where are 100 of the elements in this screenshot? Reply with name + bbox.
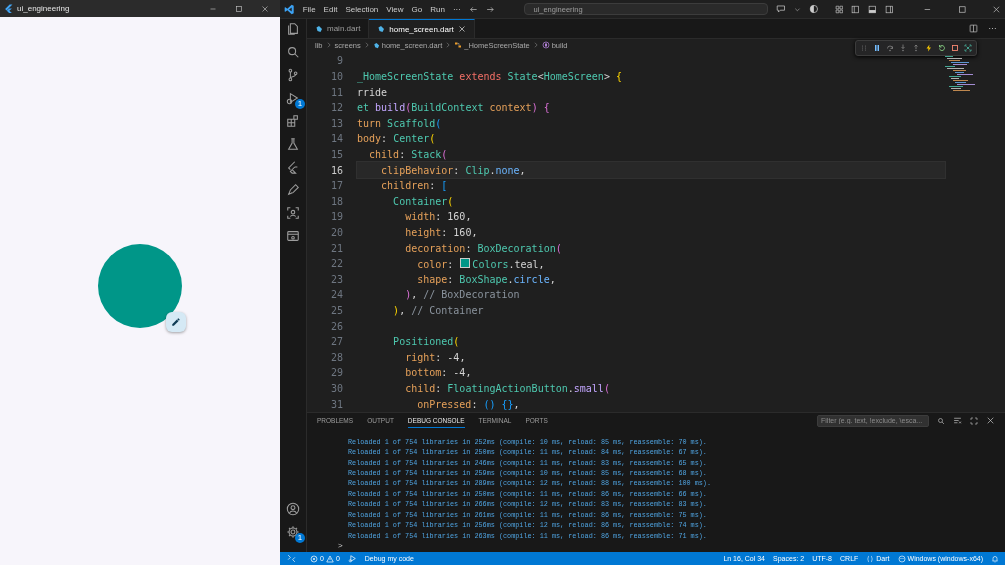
code-line: decoration: BoxDecoration(: [404, 242, 562, 254]
tab-label: main.dart: [327, 24, 361, 33]
clear-console-icon[interactable]: [953, 416, 962, 426]
search-icon[interactable]: [937, 416, 945, 425]
account-icon[interactable]: [286, 502, 300, 516]
window-title: ui_engineering: [17, 4, 71, 13]
forward-arrow-icon[interactable]: [485, 4, 495, 14]
flutter-logo-icon: [4, 4, 13, 13]
half-circle-icon[interactable]: [808, 4, 819, 14]
line-number: 29: [329, 367, 344, 379]
code-line: turn Scaffold(: [357, 117, 442, 129]
back-arrow-icon[interactable]: [468, 4, 478, 14]
notification-badge: 1: [295, 99, 305, 109]
line-number: 11: [329, 86, 344, 98]
code-line: onPressed: () {},: [416, 398, 520, 410]
notification-badge: 1: [295, 533, 305, 543]
bell-icon[interactable]: [991, 554, 999, 563]
split-editor-icon[interactable]: [969, 24, 978, 33]
maximize-icon[interactable]: [957, 4, 967, 14]
code-line: child: FloatingActionButton.small(: [404, 383, 610, 395]
menu-item[interactable]: Run: [430, 4, 445, 14]
code-line: clipBehavior: Clip.none,: [380, 164, 526, 176]
sidebar-right-icon[interactable]: [884, 4, 894, 14]
line-number: 26: [329, 320, 344, 332]
code-line: right: -4,: [404, 351, 466, 363]
code-line: _HomeScreenState extends State<HomeScreen> {: [357, 70, 622, 82]
line-number: 27: [329, 336, 344, 348]
line-number: 16: [329, 164, 344, 176]
close-icon[interactable]: [992, 4, 1001, 14]
pencil-icon: [171, 317, 181, 327]
stop-icon[interactable]: [951, 44, 959, 52]
menu-item[interactable]: Edit: [323, 4, 338, 14]
menu-item[interactable]: File: [302, 4, 316, 14]
tab-label: home_screen.dart: [389, 24, 454, 34]
panel-bottom-icon[interactable]: [868, 4, 877, 14]
line-number: 23: [329, 273, 344, 285]
step-into-icon[interactable]: [899, 44, 907, 52]
line-number: 17: [329, 180, 344, 192]
step-over-icon[interactable]: [886, 44, 894, 52]
step-out-icon[interactable]: [912, 44, 920, 52]
chevron-right-icon: [325, 42, 332, 48]
edit-fab-button[interactable]: [166, 312, 186, 332]
code-line: ), // Container: [392, 305, 484, 317]
line-number: 9: [335, 55, 344, 67]
devtools-icon[interactable]: [964, 44, 972, 52]
flask-icon[interactable]: [286, 137, 300, 151]
debug-run-icon: [347, 554, 357, 563]
vscode-logo-icon: [284, 3, 295, 15]
console-prompt[interactable]: >: [307, 541, 1005, 552]
pause-icon[interactable]: [873, 44, 881, 52]
error-icon: [310, 554, 318, 563]
pen-icon[interactable]: [286, 183, 300, 197]
code-line: body: Center(: [357, 133, 436, 145]
chevron-down-icon[interactable]: [794, 5, 801, 13]
line-number: 22: [329, 258, 344, 270]
code-line: bottom: -4,: [404, 367, 472, 379]
line-number: 25: [329, 305, 344, 317]
line-number: 13: [329, 117, 344, 129]
chevron-right-icon: [532, 42, 539, 48]
line-number: 28: [329, 351, 344, 363]
menu-item[interactable]: View: [386, 4, 404, 14]
menu-item[interactable]: ···: [452, 4, 461, 14]
editor-tab[interactable]: home_screen.dart: [369, 19, 475, 38]
extensions-icon[interactable]: [286, 114, 300, 128]
maximize-panel-icon[interactable]: [970, 416, 978, 425]
search-icon[interactable]: [286, 45, 300, 59]
menu-item[interactable]: Selection: [345, 4, 379, 14]
line-number: 15: [329, 148, 344, 160]
files-icon[interactable]: [286, 22, 300, 36]
code-line: color: Colors.teal,: [416, 257, 545, 270]
settings-icon[interactable]: [286, 525, 300, 539]
code-line: children: [: [380, 180, 448, 192]
warning-icon: [325, 554, 334, 563]
code-line: ), // BoxDecoration: [404, 289, 520, 301]
code-line: Positioned(: [392, 336, 460, 348]
remote-icon[interactable]: [286, 206, 300, 220]
line-number: 21: [329, 242, 344, 254]
menu-item[interactable]: Go: [411, 4, 423, 14]
chat-icon[interactable]: [776, 4, 786, 14]
close-icon[interactable]: [457, 25, 466, 33]
restart-icon[interactable]: [938, 44, 946, 52]
line-number: 10: [329, 70, 344, 82]
flutter-icon[interactable]: [286, 160, 300, 174]
sidebar-left-icon[interactable]: [851, 4, 861, 14]
source-control-icon[interactable]: [286, 68, 300, 82]
code-line: rride: [357, 86, 388, 98]
braces-icon: [866, 554, 875, 563]
method-icon: [541, 41, 550, 49]
code-line: Container(: [392, 195, 454, 207]
layout-grid-icon[interactable]: [834, 4, 844, 14]
line-number: 30: [329, 383, 344, 395]
code-line: et build(BuildContext context) {: [357, 102, 550, 114]
run-debug-icon[interactable]: [286, 91, 300, 105]
line-number: 12: [329, 102, 344, 114]
line-number: 20: [329, 227, 344, 238]
close-icon[interactable]: [986, 416, 995, 426]
dart-file-icon: [315, 24, 323, 33]
code-line: width: 160,: [404, 211, 472, 223]
line-number: 14: [329, 133, 344, 145]
preview-icon[interactable]: [286, 229, 300, 243]
